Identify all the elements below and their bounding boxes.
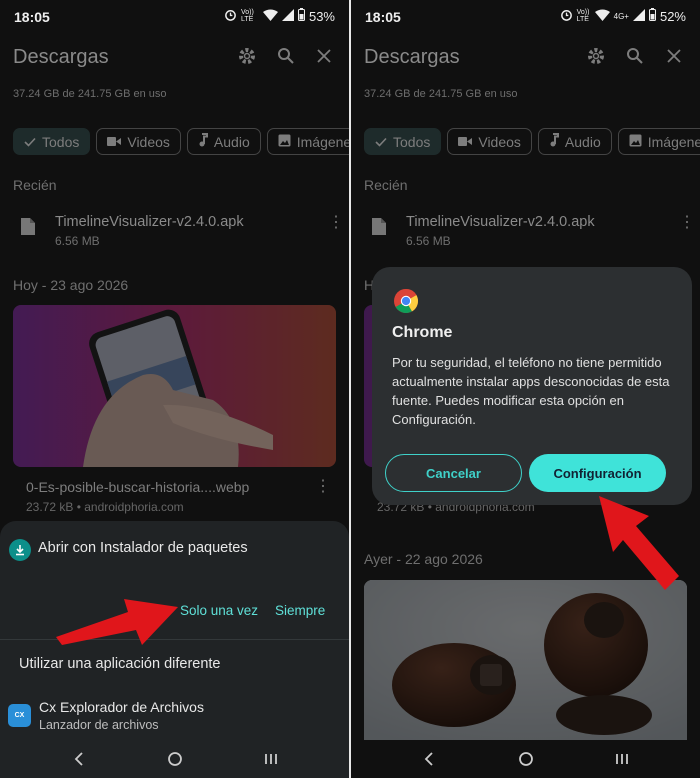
music-note-icon <box>549 133 559 150</box>
file-row-apk[interactable]: TimelineVisualizer-v2.4.0.apk 6.56 MB ⋮ <box>364 212 695 252</box>
once-button[interactable]: Solo una vez <box>180 603 258 618</box>
chip-label: Videos <box>478 133 521 150</box>
use-other-app[interactable]: Utilizar una aplicación diferente <box>19 656 221 672</box>
dialog-title: Chrome <box>392 324 453 341</box>
earbuds-thumbnail[interactable] <box>364 580 687 740</box>
cancel-button[interactable]: Cancelar <box>385 454 522 492</box>
more-options-icon[interactable]: ⋮ <box>315 479 331 495</box>
section-recent: Recién <box>13 177 57 193</box>
file-size: 6.56 MB <box>406 234 451 248</box>
app-option-name[interactable]: Cx Explorador de Archivos <box>39 699 204 715</box>
chip-label: Todos <box>393 133 431 150</box>
section-recent: Recién <box>364 177 408 193</box>
always-button[interactable]: Siempre <box>275 603 325 618</box>
chip-label: Imágenes <box>296 133 349 150</box>
status-bar: 18:05 Vo)) LTE 4G+ 52% <box>351 0 700 34</box>
check-icon <box>24 134 36 150</box>
section-today: Hoy - 23 ago 2026 <box>13 277 129 293</box>
gear-icon[interactable] <box>584 44 608 68</box>
settings-button[interactable]: Configuración <box>529 454 666 492</box>
video-icon <box>107 134 122 150</box>
dialog-message: Por tu seguridad, el teléfono no tiene p… <box>392 355 670 427</box>
more-options-icon[interactable]: ⋮ <box>679 215 695 231</box>
section-yesterday: Ayer - 22 ago 2026 <box>364 551 483 567</box>
network-type: 4G+ <box>613 11 629 21</box>
left-phone-screen: 18:05 Vo)) LTE 53% Descargas 37.24 GB de… <box>0 0 349 778</box>
install-blocked-dialog: Chrome Por tu seguridad, el teléfono no … <box>372 267 692 505</box>
chip-label: Audio <box>213 133 250 150</box>
chip-videos[interactable]: Videos <box>96 128 181 155</box>
chip-label: Imágenes <box>647 133 700 150</box>
recents-icon[interactable] <box>612 749 632 769</box>
storage-usage: 37.24 GB de 241.75 GB en uso <box>364 88 518 100</box>
video-icon <box>458 134 473 150</box>
status-time: 18:05 <box>365 9 401 25</box>
back-icon[interactable] <box>69 749 89 769</box>
search-icon[interactable] <box>623 44 647 68</box>
status-bar: 18:05 Vo)) LTE 53% <box>0 0 349 34</box>
close-icon[interactable] <box>312 44 336 68</box>
home-icon[interactable] <box>165 749 185 769</box>
open-with-title: Abrir con Instalador de paquetes <box>38 540 248 556</box>
document-icon <box>372 218 386 240</box>
file-name: TimelineVisualizer-v2.4.0.apk <box>406 214 595 230</box>
close-icon[interactable] <box>662 44 686 68</box>
divider <box>0 639 349 640</box>
signal-icon <box>632 8 645 24</box>
chip-audio[interactable]: Audio <box>186 128 261 155</box>
page-title: Descargas <box>364 46 460 68</box>
chip-label: Todos <box>42 133 80 150</box>
image-file-name: 0-Es-posible-buscar-historia....webp <box>26 479 250 495</box>
volte-label: Vo)) LTE <box>240 9 254 23</box>
chip-imagenes[interactable]: Imágenes <box>617 128 700 155</box>
filter-chips: Todos Videos Audio Imágenes <box>364 128 700 155</box>
chip-videos[interactable]: Videos <box>447 128 532 155</box>
navigation-bar <box>0 740 349 778</box>
back-icon[interactable] <box>419 749 439 769</box>
navigation-bar <box>351 740 700 778</box>
signal-icon <box>281 8 294 24</box>
package-installer-icon <box>9 539 31 561</box>
storage-usage: 37.24 GB de 241.75 GB en uso <box>13 88 167 100</box>
gear-icon[interactable] <box>235 44 259 68</box>
chip-imagenes[interactable]: Imágenes <box>266 128 349 155</box>
alarm-icon <box>224 8 237 24</box>
document-icon <box>21 218 35 240</box>
filter-chips: Todos Videos Audio Imágenes <box>13 128 349 155</box>
image-icon <box>278 134 291 150</box>
search-icon[interactable] <box>274 44 298 68</box>
battery-percent: 52% <box>659 8 686 24</box>
page-title: Descargas <box>13 46 109 68</box>
image-icon <box>629 134 642 150</box>
file-size: 6.56 MB <box>55 234 100 248</box>
file-name: TimelineVisualizer-v2.4.0.apk <box>55 214 244 230</box>
red-arrow-annotation <box>599 496 679 590</box>
music-note-icon <box>198 133 208 150</box>
chrome-logo-icon <box>393 288 419 319</box>
volte-label: Vo)) LTE <box>576 9 590 23</box>
chip-label: Audio <box>564 133 601 150</box>
home-icon[interactable] <box>516 749 536 769</box>
check-icon <box>375 134 387 150</box>
image-file-size: 23.72 kB • androidphoria.com <box>26 500 184 514</box>
battery-icon <box>648 8 656 24</box>
image-thumbnail[interactable] <box>13 305 336 467</box>
alarm-icon <box>560 8 573 24</box>
wifi-icon <box>262 9 278 24</box>
cx-file-explorer-icon[interactable]: CX <box>8 704 31 727</box>
wifi-icon <box>594 9 610 24</box>
battery-percent: 53% <box>308 8 335 24</box>
chip-todos[interactable]: Todos <box>13 128 91 155</box>
chip-audio[interactable]: Audio <box>537 128 612 155</box>
more-options-icon[interactable]: ⋮ <box>328 215 344 231</box>
app-option-subtitle: Lanzador de archivos <box>39 718 159 732</box>
file-row-apk[interactable]: TimelineVisualizer-v2.4.0.apk 6.56 MB ⋮ <box>13 212 344 252</box>
chip-todos[interactable]: Todos <box>364 128 442 155</box>
recents-icon[interactable] <box>261 749 281 769</box>
right-phone-screen: 18:05 Vo)) LTE 4G+ 52% Descargas 37.24 G… <box>351 0 700 778</box>
status-time: 18:05 <box>14 9 50 25</box>
battery-icon <box>297 8 305 24</box>
chip-label: Videos <box>127 133 170 150</box>
